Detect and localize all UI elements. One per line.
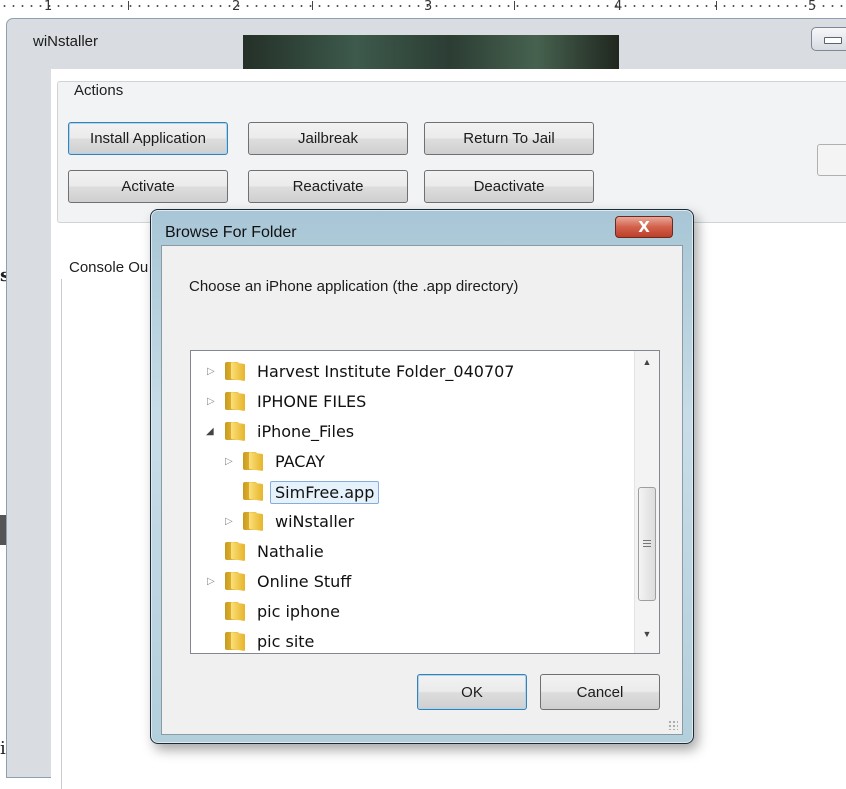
document-ruler: 1 2 3 4 5: [0, 0, 846, 14]
dialog-title: Browse For Folder: [165, 224, 297, 241]
folder-icon: [225, 602, 247, 621]
folder-icon: [243, 482, 265, 501]
tree-item-label: IPHONE FILES: [257, 392, 367, 411]
ok-button[interactable]: OK: [417, 674, 527, 710]
scrollbar-thumb[interactable]: [638, 487, 656, 601]
chevron-right-icon[interactable]: ▷: [225, 457, 235, 467]
ruler-number: 1: [44, 0, 53, 14]
tree-item-label: wiNstaller: [275, 512, 355, 531]
cancel-button[interactable]: Cancel: [540, 674, 660, 710]
ruler-number: 3: [424, 0, 433, 14]
browse-for-folder-dialog: Browse For Folder X Choose an iPhone app…: [150, 209, 694, 744]
scroll-down-icon[interactable]: ▼: [635, 625, 659, 643]
folder-icon: [225, 362, 247, 381]
document-text-fragment: i: [0, 738, 6, 759]
tree-item[interactable]: ▷ IPHONE FILES: [191, 387, 629, 417]
window-title: wiNstaller: [33, 33, 99, 50]
reactivate-button[interactable]: Reactivate: [248, 170, 408, 203]
tree-item[interactable]: Nathalie: [191, 537, 629, 567]
folder-icon: [243, 452, 265, 471]
minimize-button[interactable]: [811, 27, 846, 51]
ruler-number: 4: [614, 0, 623, 14]
tree-item[interactable]: pic site: [191, 627, 629, 653]
folder-tree[interactable]: ▷ Harvest Institute Folder_040707 ▷ IPHO…: [190, 350, 660, 654]
partial-hidden-button[interactable]: C: [817, 144, 846, 176]
actions-group-label: Actions: [72, 82, 126, 99]
resize-grip-icon[interactable]: [668, 720, 678, 730]
tree-item-label: iPhone_Files: [257, 422, 355, 441]
dialog-body: Choose an iPhone application (the .app d…: [161, 245, 683, 735]
tree-item[interactable]: ◢ iPhone_Files: [191, 417, 629, 447]
folder-icon: [225, 632, 247, 651]
ruler-number: 5: [808, 0, 817, 14]
tree-item-label: Nathalie: [257, 542, 324, 561]
tree-item-selected[interactable]: SimFree.app: [191, 477, 629, 507]
tree-item[interactable]: pic iphone: [191, 597, 629, 627]
folder-icon: [243, 512, 265, 531]
return-to-jail-button[interactable]: Return To Jail: [424, 122, 594, 155]
tree-item[interactable]: ▷ wiNstaller: [191, 507, 629, 537]
tree-item-label: pic site: [257, 632, 315, 651]
tree-item-label: Online Stuff: [257, 572, 352, 591]
jailbreak-button[interactable]: Jailbreak: [248, 122, 408, 155]
folder-icon: [225, 392, 247, 411]
activate-button[interactable]: Activate: [68, 170, 228, 203]
close-icon: X: [638, 218, 650, 236]
chevron-down-icon[interactable]: ◢: [206, 427, 216, 437]
deactivate-button[interactable]: Deactivate: [424, 170, 594, 203]
title-banner-image: [243, 35, 619, 73]
folder-icon: [225, 542, 247, 561]
folder-icon: [225, 422, 247, 441]
tree-scrollbar[interactable]: ▲ ▼: [634, 351, 659, 653]
minimize-icon: [824, 37, 842, 44]
tree-item-label: PACAY: [275, 452, 325, 471]
console-output-label: Console Ou: [69, 259, 149, 276]
tree-item[interactable]: ▷ Harvest Institute Folder_040707: [191, 357, 629, 387]
install-application-button[interactable]: Install Application: [68, 122, 228, 155]
actions-group: Actions Install Application Jailbreak Re…: [57, 81, 846, 223]
tree-item-label: pic iphone: [257, 602, 340, 621]
dialog-description: Choose an iPhone application (the .app d…: [189, 278, 519, 295]
tree-item[interactable]: ▷ PACAY: [191, 447, 629, 477]
tree-item-label: Harvest Institute Folder_040707: [257, 362, 515, 381]
ruler-number: 2: [232, 0, 241, 14]
scroll-up-icon[interactable]: ▲: [635, 353, 659, 371]
chevron-right-icon[interactable]: ▷: [207, 367, 217, 377]
tree-item[interactable]: ▷ Online Stuff: [191, 567, 629, 597]
chevron-right-icon[interactable]: ▷: [225, 517, 235, 527]
chevron-right-icon[interactable]: ▷: [207, 577, 217, 587]
close-button[interactable]: X: [615, 216, 673, 238]
folder-icon: [225, 572, 247, 591]
chevron-right-icon[interactable]: ▷: [207, 397, 217, 407]
tree-item-label: SimFree.app: [270, 481, 380, 504]
